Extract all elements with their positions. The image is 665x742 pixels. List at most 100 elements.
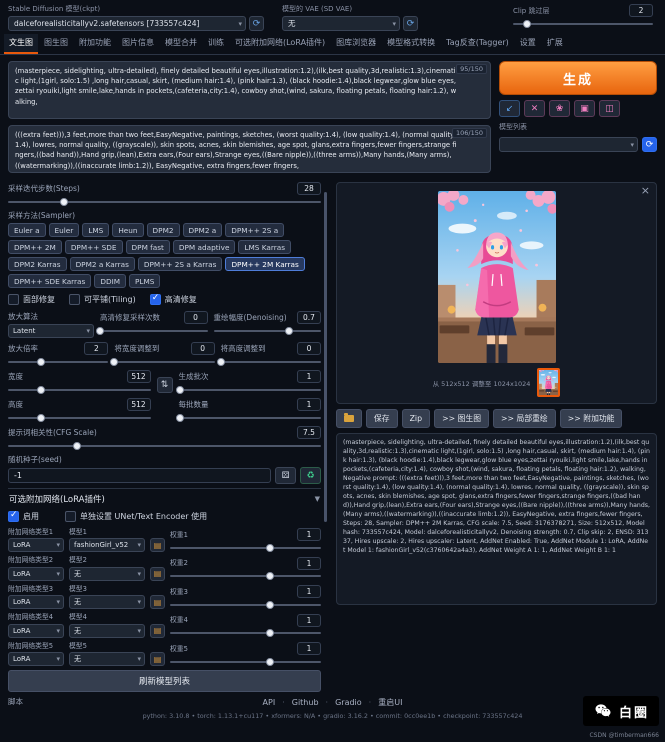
sampler-option[interactable]: LMS Karras [238,240,291,254]
lora-weight-slider[interactable] [170,657,321,666]
cfg-value[interactable]: 7.5 [297,426,321,439]
tab-train[interactable]: 训练 [203,34,229,54]
clip-skip-value[interactable]: 2 [629,4,653,17]
sampler-option[interactable]: LMS [82,223,109,237]
hires-steps-value[interactable]: 0 [184,311,208,324]
paste-params-button[interactable]: ↙ [499,100,520,117]
batch-size-slider[interactable] [179,413,322,422]
denoising-slider[interactable] [214,326,322,335]
tab-tagger[interactable]: Tag反查(Tagger) [441,34,514,54]
save-style-button[interactable]: ◫ [599,100,620,117]
lora-section-header[interactable]: 可选附加网络(LoRA插件) ▼ [8,488,321,506]
refresh-vae-button[interactable]: ⟳ [403,16,418,31]
refresh-models-button[interactable]: 刷新模型列表 [8,670,321,692]
lora-weight-slider[interactable] [170,543,321,552]
sampler-option[interactable]: DPM++ 2M [8,240,62,254]
sampler-option[interactable]: Euler a [8,223,46,237]
resize-height-value[interactable]: 0 [297,342,321,355]
lora-model-select[interactable]: 无▾ [69,567,145,581]
tab-extras[interactable]: 附加功能 [74,34,116,54]
hires-steps-slider[interactable] [100,326,208,335]
batch-size-value[interactable]: 1 [297,398,321,411]
sampler-option[interactable]: DPM++ 2S a Karras [138,257,223,271]
extra-networks-button[interactable]: ❀ [549,100,570,117]
resize-width-slider[interactable] [114,357,214,366]
steps-value[interactable]: 28 [297,182,321,195]
swap-dimensions-button[interactable]: ⇅ [157,377,173,393]
restore-faces-checkbox[interactable]: 面部修复 [8,294,55,305]
apply-style-button[interactable]: ▣ [574,100,595,117]
lora-type-select[interactable]: LoRA▾ [8,652,64,666]
sampler-option[interactable]: DPM++ 2S a [225,223,284,237]
upscale-by-value[interactable]: 2 [84,342,108,355]
lora-weight-slider[interactable] [170,600,321,609]
scrollbar[interactable] [324,192,327,522]
sampler-option[interactable]: DPM++ SDE Karras [8,274,91,288]
api-link[interactable]: API [263,698,276,707]
cfg-slider[interactable] [8,441,321,450]
lora-model-select[interactable]: 无▾ [69,595,145,609]
reuse-seed-button[interactable]: ♻ [300,467,321,484]
batch-count-slider[interactable] [179,385,322,394]
sampler-option[interactable]: DPM2 a Karras [70,257,135,271]
lora-enable-checkbox[interactable]: ✓启用 [8,511,39,522]
lora-model-info-button[interactable]: ▤ [150,595,165,609]
lora-model-select[interactable]: fashionGirl_v52▾ [69,538,145,552]
github-link[interactable]: Github [275,698,318,707]
tab-settings[interactable]: 设置 [515,34,541,54]
lora-type-select[interactable]: LoRA▾ [8,538,64,552]
tab-model-converter[interactable]: 模型格式转换 [382,34,440,54]
negative-prompt-input[interactable]: (((extra feet))),3 feet,more than two fe… [15,130,484,171]
height-value[interactable]: 512 [127,398,151,411]
gallery-thumbnail[interactable] [537,368,560,397]
sampler-option-selected[interactable]: DPM++ 2M Karras [225,257,304,271]
lora-type-select[interactable]: LoRA▾ [8,595,64,609]
open-folder-button[interactable] [336,409,362,428]
lora-type-select[interactable]: LoRA▾ [8,624,64,638]
lora-separate-weights-checkbox[interactable]: 单独设置 UNet/Text Encoder 使用 [65,511,207,522]
lora-model-info-button[interactable]: ▤ [150,538,165,552]
batch-count-value[interactable]: 1 [297,370,321,383]
send-to-extras-button[interactable]: >> 附加功能 [560,409,623,428]
upscale-by-slider[interactable] [8,357,108,366]
tab-checkpoint-merger[interactable]: 模型合并 [160,34,202,54]
generated-image[interactable] [438,191,556,363]
generate-button[interactable]: 生成 [499,61,657,95]
model-list-select[interactable]: ▾ [499,137,638,152]
tiling-checkbox[interactable]: 可平铺(Tiling) [69,294,136,305]
sampler-option[interactable]: Euler [49,223,80,237]
sampler-option[interactable]: DPM2 Karras [8,257,67,271]
close-icon[interactable]: × [641,184,650,197]
ckpt-select[interactable]: dalceforealisticitallyv2.safetensors [73… [8,16,246,31]
clear-prompt-button[interactable]: ✕ [524,100,545,117]
lora-type-select[interactable]: LoRA▾ [8,567,64,581]
steps-slider[interactable] [8,197,321,206]
lora-model-info-button[interactable]: ▤ [150,652,165,666]
lora-weight-slider[interactable] [170,572,321,581]
save-button[interactable]: 保存 [366,409,398,428]
vae-select[interactable]: 无 ▾ [282,16,400,31]
tab-png-info[interactable]: 图片信息 [117,34,159,54]
tab-image-browser[interactable]: 图库浏览器 [331,34,381,54]
tab-txt2img[interactable]: 文生图 [4,34,38,54]
tab-img2img[interactable]: 图生图 [39,34,73,54]
denoising-value[interactable]: 0.7 [297,311,321,324]
lora-weight-value[interactable]: 1 [297,528,321,541]
resize-height-slider[interactable] [221,357,321,366]
lora-weight-value[interactable]: 1 [297,642,321,655]
send-to-img2img-button[interactable]: >> 图生图 [434,409,489,428]
width-slider[interactable] [8,385,151,394]
sampler-option[interactable]: Heun [112,223,143,237]
sampler-option[interactable]: DPM++ SDE [65,240,123,254]
sampler-option[interactable]: PLMS [129,274,160,288]
random-seed-button[interactable]: ⚄ [275,467,296,484]
sampler-option[interactable]: DPM2 [147,223,180,237]
width-value[interactable]: 512 [127,370,151,383]
style-refresh-button[interactable]: ⟳ [642,137,657,152]
lora-weight-slider[interactable] [170,629,321,638]
gradio-link[interactable]: Gradio [319,698,362,707]
zip-button[interactable]: Zip [402,409,430,428]
positive-prompt-input[interactable]: (masterpiece, sidelighting, ultra-detail… [15,66,484,107]
resize-width-value[interactable]: 0 [191,342,215,355]
clip-skip-slider[interactable] [513,19,653,28]
